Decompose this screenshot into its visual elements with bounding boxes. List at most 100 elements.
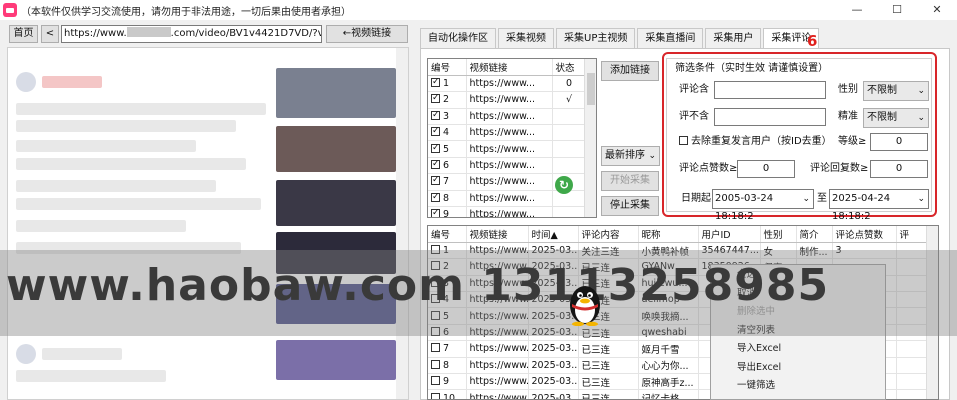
- link-row[interactable]: 2 https://www...√: [428, 91, 587, 109]
- gender-select[interactable]: 不限制 ⌄: [863, 81, 929, 101]
- tab-collect-live[interactable]: 采集直播间: [637, 28, 704, 48]
- scroll-thumb[interactable]: [587, 73, 595, 105]
- row-link: https://www...: [466, 206, 553, 217]
- context-menu-item[interactable]: 导入Excel: [737, 343, 781, 355]
- url-input[interactable]: https://www. .com/video/BV1v4421D7VD/?vd_…: [61, 25, 322, 43]
- tab-automation[interactable]: 自动化操作区: [420, 28, 496, 48]
- row-checkbox[interactable]: [431, 125, 440, 137]
- tab-collect-up-videos[interactable]: 采集UP主视频: [556, 28, 636, 48]
- date-to-picker[interactable]: 2025-04-24 18:18:2 ⌄: [829, 189, 929, 222]
- comment-avatar: [16, 72, 36, 92]
- video-link-button[interactable]: ←视频链接: [326, 25, 408, 43]
- col-header[interactable]: 视频链接: [466, 226, 529, 243]
- row-no-cell[interactable]: 8: [428, 357, 467, 375]
- row-checkbox[interactable]: [431, 92, 440, 104]
- row-checkbox[interactable]: [431, 174, 440, 186]
- row-no-cell[interactable]: 10: [428, 389, 467, 400]
- video-thumbnail[interactable]: [276, 68, 396, 118]
- row-no-cell[interactable]: 8: [428, 190, 467, 208]
- row-no-cell[interactable]: 4: [428, 124, 467, 142]
- row-link: https://www...: [466, 340, 529, 358]
- maximize-button[interactable]: ☐: [877, 0, 917, 20]
- col-header[interactable]: 时间▲: [528, 226, 579, 243]
- row-no-cell[interactable]: 3: [428, 108, 467, 126]
- col-header-no[interactable]: 编号: [428, 59, 467, 76]
- dedupe-checkbox-row[interactable]: 去除重复发言用户（按ID去重）: [679, 135, 832, 149]
- row-link: https://www...: [466, 124, 553, 142]
- link-grid-scrollbar[interactable]: [584, 59, 596, 217]
- include-input[interactable]: [714, 81, 826, 99]
- row-checkbox[interactable]: [431, 392, 440, 399]
- stop-collect-button[interactable]: 停止采集: [601, 196, 659, 216]
- dedupe-checkbox[interactable]: [679, 136, 688, 145]
- context-menu-item[interactable]: 导出Excel: [737, 362, 781, 374]
- col-header[interactable]: 性别: [760, 226, 797, 243]
- browser-scrollbar[interactable]: [396, 48, 408, 399]
- blurred-username: [42, 348, 122, 360]
- minimize-button[interactable]: —: [837, 0, 877, 20]
- home-button[interactable]: 首页: [9, 25, 38, 43]
- row-checkbox[interactable]: [431, 207, 440, 217]
- row-no: 10: [443, 392, 456, 400]
- row-no-cell[interactable]: 6: [428, 157, 467, 175]
- row-checkbox[interactable]: [431, 76, 440, 88]
- add-link-button[interactable]: 添加链接: [601, 61, 659, 81]
- col-header[interactable]: 简介: [796, 226, 833, 243]
- col-header[interactable]: 评论点赞数: [832, 226, 897, 243]
- row-link: https://www...: [466, 157, 553, 175]
- row-checkbox[interactable]: [431, 343, 440, 353]
- link-grid[interactable]: 编号 视频链接 状态 1https://www...02https://www.…: [427, 58, 597, 218]
- row-link: https://www...: [466, 108, 553, 126]
- medal-select[interactable]: 不限制 ⌄: [863, 108, 929, 128]
- gender-value: 不限制: [867, 85, 897, 96]
- col-header[interactable]: 编号: [428, 226, 467, 243]
- tab-collect-users[interactable]: 采集用户: [705, 28, 762, 48]
- row-checkbox[interactable]: [431, 142, 440, 154]
- row-no-cell[interactable]: 2: [428, 91, 467, 109]
- exclude-label: 评不含: [679, 111, 709, 122]
- row-checkbox[interactable]: [431, 376, 440, 386]
- blurred-text-line: [16, 158, 246, 170]
- col-header[interactable]: 用户ID: [698, 226, 761, 243]
- row-no-cell[interactable]: 7: [428, 340, 467, 358]
- context-menu-item[interactable]: 一键筛选: [737, 380, 775, 392]
- row-checkbox[interactable]: [431, 158, 440, 170]
- row-no-cell[interactable]: 9: [428, 373, 467, 391]
- row-no-cell[interactable]: 9: [428, 206, 467, 217]
- start-collect-button[interactable]: 开始采集: [601, 171, 659, 191]
- link-row[interactable]: 1 https://www...0: [428, 75, 587, 93]
- embedded-browser[interactable]: [7, 47, 409, 400]
- row-nick: 记忆卡格: [638, 389, 699, 399]
- tab-collect-videos[interactable]: 采集视频: [498, 28, 554, 48]
- exclude-input[interactable]: [714, 108, 826, 126]
- row-no-cell[interactable]: 7: [428, 173, 467, 191]
- row-no-cell[interactable]: 1: [428, 75, 467, 93]
- level-input[interactable]: 0: [870, 133, 928, 151]
- link-row[interactable]: 5 https://www...: [428, 140, 587, 158]
- likes-input[interactable]: 0: [737, 160, 795, 178]
- link-row[interactable]: 6 https://www...: [428, 157, 587, 175]
- back-button[interactable]: <: [41, 25, 59, 43]
- sort-select[interactable]: 最新排序 ⌄: [601, 146, 660, 166]
- link-row[interactable]: 4 https://www...: [428, 124, 587, 142]
- blurred-domain: [126, 27, 171, 37]
- col-header-status[interactable]: 状态: [552, 59, 587, 76]
- col-header[interactable]: 评论内容: [578, 226, 639, 243]
- date-from-picker[interactable]: 2005-03-24 18:18:2 ⌄: [712, 189, 814, 222]
- row-checkbox[interactable]: [431, 359, 440, 369]
- row-link: https://www...: [466, 75, 553, 93]
- row-checkbox[interactable]: [431, 109, 440, 121]
- col-header[interactable]: 昵称: [638, 226, 699, 243]
- col-header-link[interactable]: 视频链接: [466, 59, 553, 76]
- link-row[interactable]: 3 https://www...: [428, 108, 587, 126]
- video-thumbnail[interactable]: [276, 180, 396, 226]
- video-thumbnail[interactable]: [276, 340, 396, 380]
- video-thumbnail[interactable]: [276, 126, 396, 172]
- row-checkbox[interactable]: [431, 191, 440, 203]
- replies-input[interactable]: 0: [870, 160, 928, 178]
- refresh-icon[interactable]: ↻: [555, 176, 573, 194]
- link-row[interactable]: 9 https://www...: [428, 206, 587, 217]
- row-no-cell[interactable]: 5: [428, 140, 467, 158]
- close-button[interactable]: ✕: [917, 0, 957, 20]
- col-header[interactable]: 评: [896, 226, 929, 243]
